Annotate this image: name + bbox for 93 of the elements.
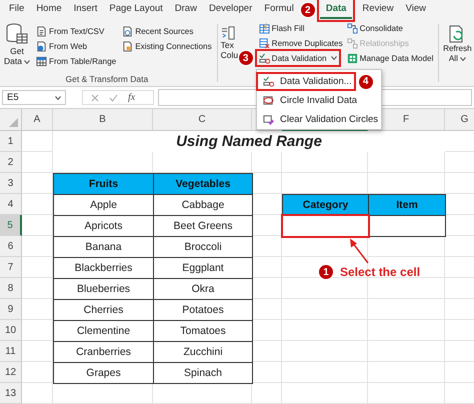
column-header[interactable]: G <box>445 109 474 131</box>
table-cell: Blueberries <box>53 278 154 300</box>
table-icon <box>36 56 47 66</box>
table-cell: Spinach <box>153 362 253 384</box>
row-header[interactable]: 12 <box>0 362 22 383</box>
menu-item[interactable]: Data Validation... <box>257 73 355 90</box>
table-cell: Eggplant <box>153 257 253 279</box>
ribbon-command[interactable]: Existing Connections <box>120 39 214 53</box>
table-cell: Cherries <box>53 299 154 321</box>
table-cell: Zucchini <box>153 341 253 363</box>
table-cell: Apple <box>53 194 154 216</box>
row-header[interactable]: 5 <box>0 215 22 236</box>
table-cell: Cabbage <box>153 194 253 216</box>
row-header[interactable]: 7 <box>0 257 22 278</box>
row-header[interactable]: 2 <box>0 152 22 173</box>
ribbon-command[interactable]: Consolidate <box>344 21 405 35</box>
row-header[interactable]: 10 <box>0 320 22 341</box>
circle-data-icon <box>263 95 274 106</box>
grid-icon <box>258 22 270 34</box>
validation-icon <box>258 52 270 64</box>
table-cell: Banana <box>53 236 154 258</box>
ribbon-command[interactable]: From Table/Range <box>34 54 118 68</box>
ribbon-command[interactable]: Remove Duplicates <box>256 36 345 50</box>
table-header: Fruits <box>53 173 154 195</box>
relationships-icon <box>346 38 358 48</box>
table-header: Vegetables <box>153 173 253 195</box>
table-cell: Tomatoes <box>153 320 253 342</box>
ribbon-command[interactable]: Manage Data Model <box>344 51 436 65</box>
ribbon-command[interactable]: From Web <box>34 39 90 53</box>
column-header[interactable]: C <box>153 109 252 131</box>
row-header[interactable]: 11 <box>0 341 22 362</box>
ribbon-tab[interactable]: View <box>400 1 432 19</box>
step-marker: 3 <box>238 50 254 66</box>
ribbon-tab[interactable]: Page Layout <box>103 1 169 19</box>
ribbon-tab[interactable]: Developer <box>202 1 258 19</box>
table-cell: Clementine <box>53 320 154 342</box>
name-box[interactable]: E5 <box>2 90 66 105</box>
eraser-icon <box>263 114 274 125</box>
insert-function-button[interactable]: fx <box>128 92 136 103</box>
row-header[interactable]: 8 <box>0 278 22 299</box>
table-cell: Apricots <box>53 215 154 237</box>
check-icon[interactable] <box>109 94 118 102</box>
ribbon-tab[interactable]: File <box>3 1 30 19</box>
row-header[interactable]: 9 <box>0 299 22 320</box>
caret-icon[interactable] <box>24 60 30 64</box>
caret-icon[interactable] <box>330 56 337 60</box>
step-marker: 2 <box>300 2 316 18</box>
table-cell: Blackberries <box>53 257 154 279</box>
remove-duplicates-icon <box>258 38 270 48</box>
document-clock-icon <box>122 26 134 36</box>
ribbon-tab[interactable]: Data <box>320 1 352 19</box>
column-header[interactable]: B <box>53 109 153 131</box>
row-header[interactable]: 1 <box>0 131 22 152</box>
menu-item[interactable]: Circle Invalid Data <box>257 92 360 109</box>
table-cell: Cranberries <box>53 341 154 363</box>
step-marker: 4 <box>358 74 374 90</box>
ribbon-tab[interactable]: Formul <box>258 1 300 19</box>
ribbon-tab[interactable]: Insert <box>68 1 104 19</box>
table-cell: Broccoli <box>153 236 253 258</box>
row-header[interactable]: 13 <box>0 383 22 404</box>
caret-icon[interactable] <box>460 57 466 61</box>
text-to-columns-button[interactable]: Tex Colu <box>220 20 237 86</box>
table-cell: Okra <box>153 278 253 300</box>
ribbon-command[interactable]: Flash Fill <box>256 21 306 35</box>
document-icon <box>122 40 134 52</box>
validation-icon <box>263 76 274 87</box>
columns-icon <box>220 26 235 40</box>
ribbon-tab[interactable]: Review <box>356 1 400 19</box>
group-label: Get & Transform Data <box>64 74 150 86</box>
row-header[interactable]: 4 <box>0 194 22 215</box>
caret-icon[interactable] <box>55 96 61 100</box>
row-header[interactable]: 3 <box>0 173 22 194</box>
document-icon <box>36 26 47 36</box>
column-header[interactable]: A <box>22 109 53 131</box>
ribbon-command[interactable]: Recent Sources <box>120 24 196 38</box>
table-cell: Potatoes <box>153 299 253 321</box>
consolidate-icon <box>346 22 358 34</box>
row-header[interactable]: 6 <box>0 236 22 257</box>
ribbon-tab[interactable]: Draw <box>168 1 203 19</box>
table-header: Category <box>282 194 369 216</box>
ribbon-command[interactable]: Data Validation <box>256 51 339 65</box>
ribbon-tab[interactable]: Home <box>30 1 68 19</box>
triangle-icon <box>9 118 18 127</box>
web-document-icon <box>36 40 47 52</box>
table-cell: Grapes <box>53 362 154 384</box>
callout-text: Select the cell <box>340 265 420 279</box>
table-cell: Beet Greens <box>153 215 253 237</box>
refresh-all-button[interactable]: Refresh All <box>442 20 472 86</box>
data-model-icon <box>346 52 358 64</box>
ribbon-command[interactable]: From Text/CSV <box>34 24 106 38</box>
table-header: Item <box>368 194 446 216</box>
get-data-button[interactable]: Get Data <box>2 22 32 74</box>
sheet-title: Using Named Range <box>53 131 445 152</box>
